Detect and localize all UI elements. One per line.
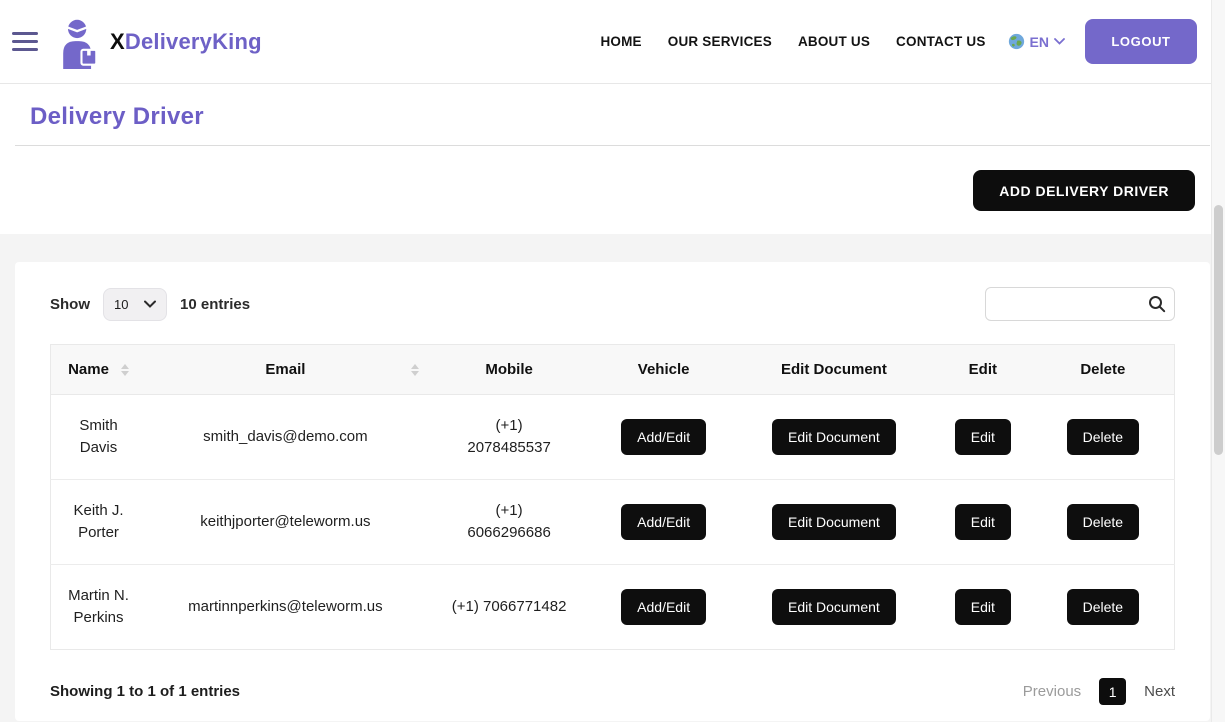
scrollbar[interactable]	[1211, 0, 1225, 722]
pagination: Previous 1 Next	[1023, 678, 1175, 705]
nav-link-about-us[interactable]: ABOUT US	[798, 34, 870, 49]
driver-mobile: (+1) 6066296686	[424, 479, 594, 565]
logout-button[interactable]: LOGOUT	[1085, 19, 1197, 64]
current-page-button[interactable]: 1	[1099, 678, 1127, 705]
page-title: Delivery Driver	[30, 103, 204, 130]
drivers-table: Name Email Mobile Vehicle Edit Document …	[50, 344, 1175, 650]
edit-button[interactable]: Edit	[954, 504, 1011, 540]
navbar: XDeliveryKing HOME OUR SERVICES ABOUT US…	[0, 0, 1225, 84]
table-controls: Show 10 10 entries	[50, 287, 1175, 321]
driver-email: martinnperkins@teleworm.us	[146, 564, 425, 650]
page-size-control: Show 10 10 entries	[50, 287, 251, 321]
sort-icon	[120, 364, 129, 377]
column-header-mobile: Mobile	[424, 344, 594, 395]
search-box	[985, 287, 1175, 321]
driver-mobile: (+1) 2078485537	[424, 394, 594, 480]
table-row: Smith Davis smith_davis@demo.com (+1) 20…	[50, 394, 1175, 480]
vehicle-add-edit-button[interactable]: Add/Edit	[621, 589, 707, 625]
driver-name: Martin N. Perkins	[50, 564, 147, 650]
edit-button[interactable]: Edit	[954, 419, 1011, 455]
column-header-name[interactable]: Name	[50, 344, 147, 395]
column-header-email[interactable]: Email	[146, 344, 425, 395]
table-header-row: Name Email Mobile Vehicle Edit Document …	[50, 344, 1175, 395]
scrollbar-thumb[interactable]	[1214, 205, 1223, 455]
showing-entries-text: Showing 1 to 1 of 1 entries	[50, 683, 241, 700]
edit-document-button[interactable]: Edit Document	[771, 419, 896, 455]
add-button-row: ADD DELIVERY DRIVER	[30, 170, 1195, 211]
title-divider	[15, 145, 1210, 146]
driver-name: Smith Davis	[50, 394, 147, 480]
vehicle-add-edit-button[interactable]: Add/Edit	[621, 504, 707, 540]
column-header-delete: Delete	[1031, 344, 1175, 395]
page-size-value: 10	[114, 296, 129, 312]
globe-icon	[1008, 33, 1024, 50]
table-row: Martin N. Perkins martinnperkins@telewor…	[50, 564, 1175, 650]
chevron-down-icon	[1054, 38, 1065, 45]
nav-link-contact-us[interactable]: CONTACT US	[896, 34, 986, 49]
edit-document-button[interactable]: Edit Document	[771, 504, 896, 540]
column-header-vehicle: Vehicle	[593, 344, 734, 395]
brand-logo[interactable]: XDeliveryKing	[54, 15, 262, 69]
menu-icon[interactable]	[12, 32, 42, 51]
driver-email: keithjporter@teleworm.us	[146, 479, 425, 565]
column-header-edit-document: Edit Document	[733, 344, 934, 395]
sort-icon	[410, 363, 419, 376]
nav-link-home[interactable]: HOME	[600, 34, 641, 49]
vehicle-add-edit-button[interactable]: Add/Edit	[621, 419, 707, 455]
page-header-section: Delivery Driver ADD DELIVERY DRIVER	[0, 84, 1225, 234]
column-header-edit: Edit	[933, 344, 1032, 395]
delete-button[interactable]: Delete	[1066, 504, 1140, 540]
edit-document-button[interactable]: Edit Document	[771, 589, 896, 625]
navbar-left: XDeliveryKing	[8, 15, 262, 69]
search-input[interactable]	[985, 287, 1175, 321]
search-icon[interactable]	[1148, 295, 1166, 313]
delete-button[interactable]: Delete	[1066, 419, 1140, 455]
driver-mobile: (+1) 7066771482	[424, 564, 594, 650]
delete-button[interactable]: Delete	[1066, 589, 1140, 625]
delivery-person-icon	[63, 19, 98, 69]
table-row: Keith J. Porter keithjporter@teleworm.us…	[50, 479, 1175, 565]
brand-name: XDeliveryKing	[110, 28, 262, 54]
add-delivery-driver-button[interactable]: ADD DELIVERY DRIVER	[973, 170, 1195, 211]
driver-email: smith_davis@demo.com	[146, 394, 425, 480]
next-page-button[interactable]: Next	[1144, 683, 1175, 700]
table-footer: Showing 1 to 1 of 1 entries Previous 1 N…	[50, 678, 1175, 705]
language-selector[interactable]: EN	[1008, 33, 1065, 50]
drivers-table-card: Show 10 10 entries Name Email Mobile Veh…	[15, 262, 1210, 721]
driver-name: Keith J. Porter	[50, 479, 147, 565]
nav-link-our-services[interactable]: OUR SERVICES	[668, 34, 772, 49]
chevron-down-icon	[144, 300, 156, 308]
entries-count-label: 10 entries	[180, 295, 251, 313]
navbar-menu: HOME OUR SERVICES ABOUT US CONTACT US EN…	[574, 19, 1197, 64]
page-size-select[interactable]: 10	[103, 287, 167, 321]
show-label: Show	[50, 295, 90, 313]
edit-button[interactable]: Edit	[954, 589, 1011, 625]
previous-page-button[interactable]: Previous	[1023, 683, 1081, 700]
language-code: EN	[1029, 33, 1049, 50]
